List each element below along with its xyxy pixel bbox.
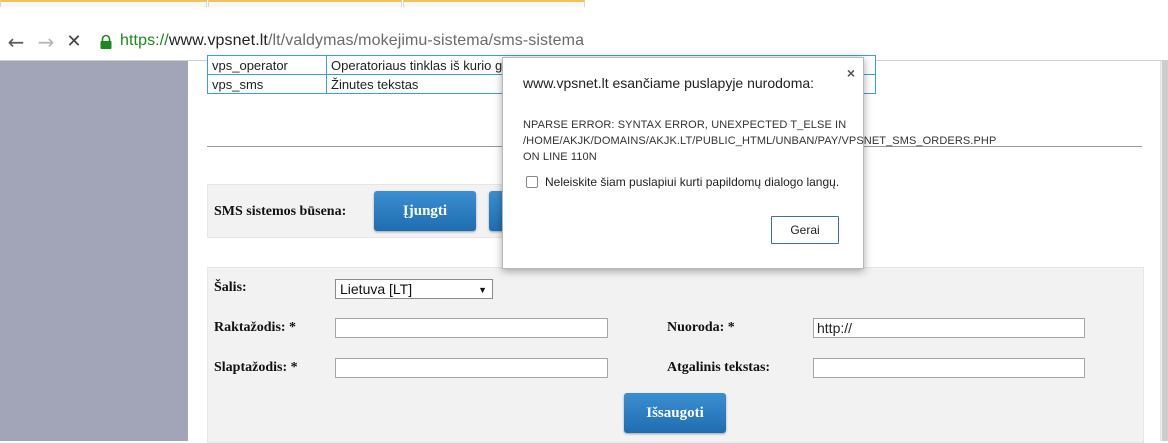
sms-settings-form: Šalis: Lietuva [LT] ▼ Raktažodis: * Slap…	[207, 267, 1144, 443]
link-input[interactable]: http://	[813, 318, 1085, 338]
param-name: vps_sms	[207, 74, 327, 94]
keyword-input[interactable]	[335, 318, 608, 338]
enable-button[interactable]: Įjungti	[374, 191, 476, 231]
suppress-dialogs-checkbox[interactable]	[526, 176, 538, 188]
browser-tab[interactable]	[208, 0, 402, 7]
country-select-value: Lietuva [LT]	[340, 281, 413, 297]
country-label: Šalis:	[214, 280, 247, 295]
back-icon[interactable]: ←	[4, 30, 28, 54]
password-input[interactable]	[335, 358, 608, 378]
url-host: www.vpsnet.lt	[168, 32, 268, 49]
password-label: Slaptažodis: *	[214, 360, 298, 375]
country-select[interactable]: Lietuva [LT] ▼	[335, 279, 493, 299]
suppress-dialogs-label[interactable]: Neleiskite šiam puslapiui kurti papildom…	[545, 175, 839, 189]
tab-strip	[0, 0, 1168, 7]
url-scheme: https://	[120, 32, 169, 49]
alert-dialog: www.vpsnet.lt esančiame puslapyje nurodo…	[502, 57, 997, 269]
reply-text-input[interactable]	[813, 358, 1085, 378]
scrollbar[interactable]	[1160, 61, 1168, 441]
scrollbar-thumb[interactable]	[1162, 61, 1168, 441]
close-icon[interactable]: ×	[847, 65, 855, 81]
dialog-title: www.vpsnet.lt esančiame puslapyje nurodo…	[523, 75, 815, 91]
reply-text-label: Atgalinis tekstas:	[667, 360, 771, 375]
keyword-label: Raktažodis: *	[214, 320, 297, 335]
sms-status-label: SMS sistemos būsena:	[214, 204, 347, 219]
url-path: /lt/valdymas/mokejimu-sistema/sms-sistem…	[267, 32, 585, 49]
browser-tab[interactable]	[403, 0, 585, 7]
link-label: Nuoroda: *	[667, 320, 735, 335]
dialog-message: NPARSE ERROR: SYNTAX ERROR, UNEXPECTED T…	[523, 119, 997, 163]
save-button[interactable]: Išsaugoti	[624, 393, 726, 433]
url-text[interactable]: https://www.vpsnet.lt/lt/valdymas/mokeji…	[120, 32, 584, 50]
forward-icon[interactable]: →	[34, 30, 58, 54]
dropdown-arrow-icon: ▼	[478, 285, 487, 295]
ok-button[interactable]: Gerai	[771, 216, 839, 244]
sms-status-panel: SMS sistemos būsena: Įjungti	[207, 184, 534, 238]
param-name: vps_operator	[207, 55, 327, 75]
stop-icon[interactable]: ✕	[62, 30, 86, 54]
browser-tab[interactable]	[0, 0, 207, 7]
left-margin	[0, 61, 188, 441]
lock-icon	[100, 34, 112, 49]
